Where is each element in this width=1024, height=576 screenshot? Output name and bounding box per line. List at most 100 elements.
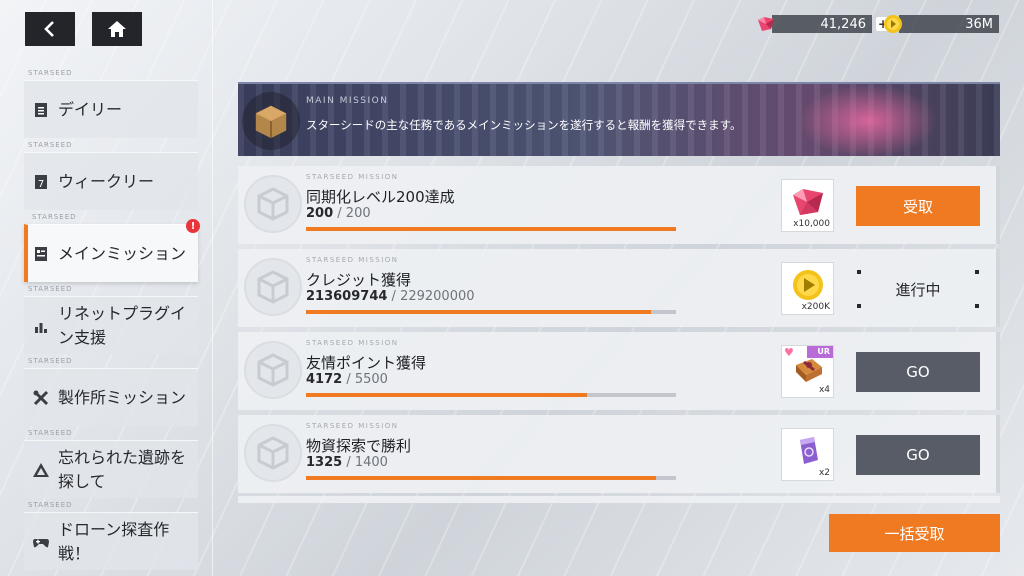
- progress-total: 1400: [354, 455, 388, 470]
- home-button[interactable]: [92, 12, 142, 46]
- mission-reward[interactable]: x10,000: [781, 179, 834, 232]
- sidebar-item-weekly[interactable]: STARSEED 7 ウィークリー: [24, 141, 198, 210]
- home-icon: [108, 21, 126, 37]
- box-icon: [255, 105, 287, 139]
- frame-corner: [975, 270, 979, 274]
- main-mission-icon: [35, 246, 47, 261]
- mission-title: クレジット獲得: [306, 271, 412, 289]
- sidebar-item-label: 忘れられた遺跡を探して: [58, 447, 187, 491]
- progress-fill: [306, 393, 587, 397]
- progress-separator: /: [333, 206, 346, 221]
- reward-quantity: x200K: [801, 302, 830, 312]
- sidebar-item-drone-exploration[interactable]: STARSEED ドローン探査作戦！: [24, 501, 198, 570]
- gem-amount: 41,246: [772, 15, 872, 33]
- sidebar-item-label: デイリー: [58, 99, 123, 119]
- coin-icon: [793, 270, 823, 300]
- coin-currency: 36M: [883, 14, 999, 34]
- sidebar-tag: STARSEED: [28, 141, 73, 149]
- sidebar-item-workshop-mission[interactable]: STARSEED 製作所ミッション: [24, 357, 198, 426]
- claim-all-button[interactable]: 一括受取: [829, 514, 1000, 552]
- sidebar-item-daily[interactable]: STARSEED デイリー: [24, 69, 198, 138]
- progress-current: 1325: [306, 455, 343, 470]
- mission-progress-text: 213609744 / 229200000: [306, 289, 475, 304]
- gift-box-icon: [796, 359, 822, 382]
- progress-current: 200: [306, 206, 334, 221]
- mission-tag: STARSEED MISSION: [306, 339, 399, 347]
- banner-glow: [798, 84, 938, 156]
- plugin-icon: [35, 322, 47, 333]
- progress-total: 5500: [354, 372, 388, 387]
- mission-row: STARSEED MISSION 物資探索で勝利 1325 / 1400 x2 …: [238, 415, 1000, 493]
- progress-separator: /: [342, 372, 355, 387]
- alert-badge: !: [186, 219, 200, 233]
- mission-reward[interactable]: x200K: [781, 262, 834, 315]
- mission-row: STARSEED MISSION 同期化レベル200達成 200 / 200 x…: [238, 166, 1000, 244]
- mission-box-icon: [244, 175, 302, 233]
- mission-tag: STARSEED MISSION: [306, 256, 399, 264]
- frame-corner: [857, 270, 861, 274]
- frame-corner: [857, 304, 861, 308]
- mission-title: 友情ポイント獲得: [306, 354, 427, 372]
- mission-box-icon: [244, 424, 302, 482]
- frame-corner: [975, 304, 979, 308]
- reward-quantity: x10,000: [793, 219, 830, 229]
- back-arrow-icon: [44, 21, 54, 37]
- go-button[interactable]: GO: [856, 352, 980, 392]
- mission-progress-text: 4172 / 5500: [306, 372, 388, 387]
- mission-reward[interactable]: ♥ UR x4: [781, 345, 834, 398]
- sidebar-tag: STARSEED: [28, 69, 73, 77]
- mission-progress-bar: [306, 476, 676, 480]
- mission-progress-text: 200 / 200: [306, 206, 371, 221]
- reward-quantity: x2: [818, 468, 830, 478]
- daily-icon: [35, 102, 47, 117]
- sidebar-item-main-mission[interactable]: STARSEED メインミッション !: [24, 213, 200, 282]
- sidebar-item-label: リネットプラグイン支援: [58, 303, 187, 347]
- main-mission-banner: MAIN MISSION スターシードの主な任務であるメインミッションを遂行する…: [238, 82, 1000, 156]
- progress-fill: [306, 476, 657, 480]
- sidebar-item-plugin-support[interactable]: STARSEED リネットプラグイン支援: [24, 285, 198, 354]
- ruins-icon: [33, 462, 49, 477]
- progress-total: 229200000: [400, 289, 475, 304]
- sidebar-tag: STARSEED: [28, 501, 73, 509]
- in-progress-label: 進行中: [895, 280, 941, 299]
- sidebar-item-label: メインミッション: [58, 243, 187, 263]
- go-button[interactable]: GO: [856, 435, 980, 475]
- progress-fill: [306, 310, 651, 314]
- progress-current: 213609744: [306, 289, 388, 304]
- sidebar-tag: STARSEED: [28, 429, 73, 437]
- banner-subtitle: MAIN MISSION: [306, 96, 389, 106]
- mission-title: 物資探索で勝利: [306, 437, 412, 455]
- mission-box-icon: [244, 341, 302, 399]
- mission-row: STARSEED MISSION 友情ポイント獲得 4172 / 5500 ♥ …: [238, 332, 1000, 410]
- banner-description: スターシードの主な任務であるメインミッションを遂行すると報酬を獲得できます。: [306, 118, 742, 132]
- list-bottom-edge: [238, 496, 1000, 503]
- reward-quantity: x4: [818, 385, 830, 395]
- gamepad-icon: [33, 538, 49, 547]
- progress-separator: /: [387, 289, 401, 304]
- in-progress-status: 進行中: [856, 269, 980, 309]
- mission-box-icon: [244, 258, 302, 316]
- svg-text:7: 7: [38, 179, 44, 190]
- sidebar-tag: STARSEED: [28, 285, 73, 293]
- back-button[interactable]: [25, 12, 75, 46]
- progress-separator: /: [342, 455, 355, 470]
- gem-currency: 41,246 +: [756, 14, 890, 34]
- gem-icon: [793, 189, 823, 215]
- sidebar-item-forgotten-ruins[interactable]: STARSEED 忘れられた遺跡を探して: [24, 429, 198, 498]
- claim-button[interactable]: 受取: [856, 186, 980, 226]
- mission-progress-text: 1325 / 1400: [306, 455, 388, 470]
- sidebar-divider: [212, 0, 213, 576]
- mission-reward[interactable]: x2: [781, 428, 834, 481]
- sidebar-item-label: 製作所ミッション: [58, 387, 187, 407]
- supply-pack-icon: [800, 437, 818, 464]
- coin-amount: 36M: [899, 15, 999, 33]
- mission-row: STARSEED MISSION クレジット獲得 213609744 / 229…: [238, 249, 1000, 327]
- mission-progress-bar: [306, 393, 676, 397]
- mission-progress-bar: [306, 227, 676, 231]
- progress-current: 4172: [306, 372, 343, 387]
- banner-box-icon: [242, 92, 300, 150]
- mission-title: 同期化レベル200達成: [306, 188, 455, 206]
- mission-tag: STARSEED MISSION: [306, 422, 399, 430]
- progress-fill: [306, 227, 676, 231]
- tools-icon: [33, 390, 49, 405]
